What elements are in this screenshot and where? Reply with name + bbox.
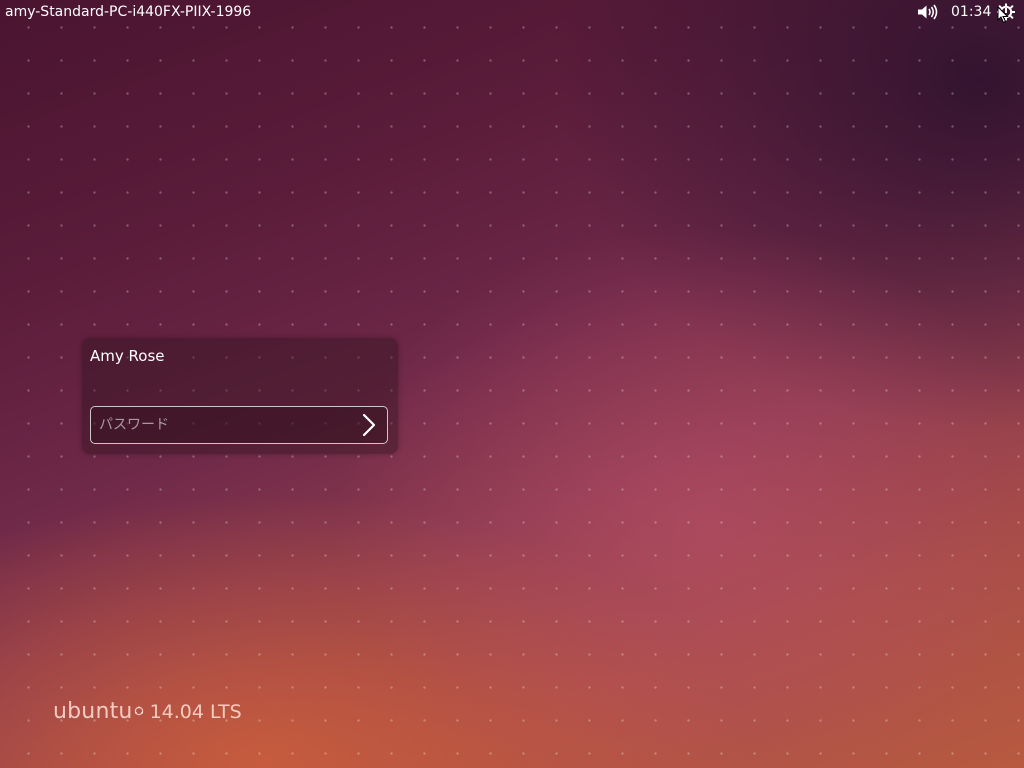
login-box: Amy Rose xyxy=(82,338,398,454)
brand-word: ubuntu xyxy=(53,699,133,724)
circle-of-friends-icon xyxy=(134,701,144,716)
volume-icon[interactable] xyxy=(916,3,940,21)
user-name[interactable]: Amy Rose xyxy=(90,347,165,365)
top-panel: amy-Standard-PC-i440FX-PIIX-1996 01:34 xyxy=(0,0,1024,24)
chevron-right-icon[interactable] xyxy=(359,413,379,437)
hostname-label: amy-Standard-PC-i440FX-PIIX-1996 xyxy=(5,4,252,20)
clock-label[interactable]: 01:34 xyxy=(951,3,991,21)
password-input[interactable] xyxy=(91,407,351,443)
version-label: 14.04 LTS xyxy=(149,701,242,723)
ubuntu-logo: ubuntu 14.04 LTS xyxy=(53,699,242,724)
login-screen: amy-Standard-PC-i440FX-PIIX-1996 01:34 A… xyxy=(0,0,1024,768)
password-field[interactable] xyxy=(90,406,388,444)
power-gear-icon[interactable] xyxy=(996,3,1016,21)
